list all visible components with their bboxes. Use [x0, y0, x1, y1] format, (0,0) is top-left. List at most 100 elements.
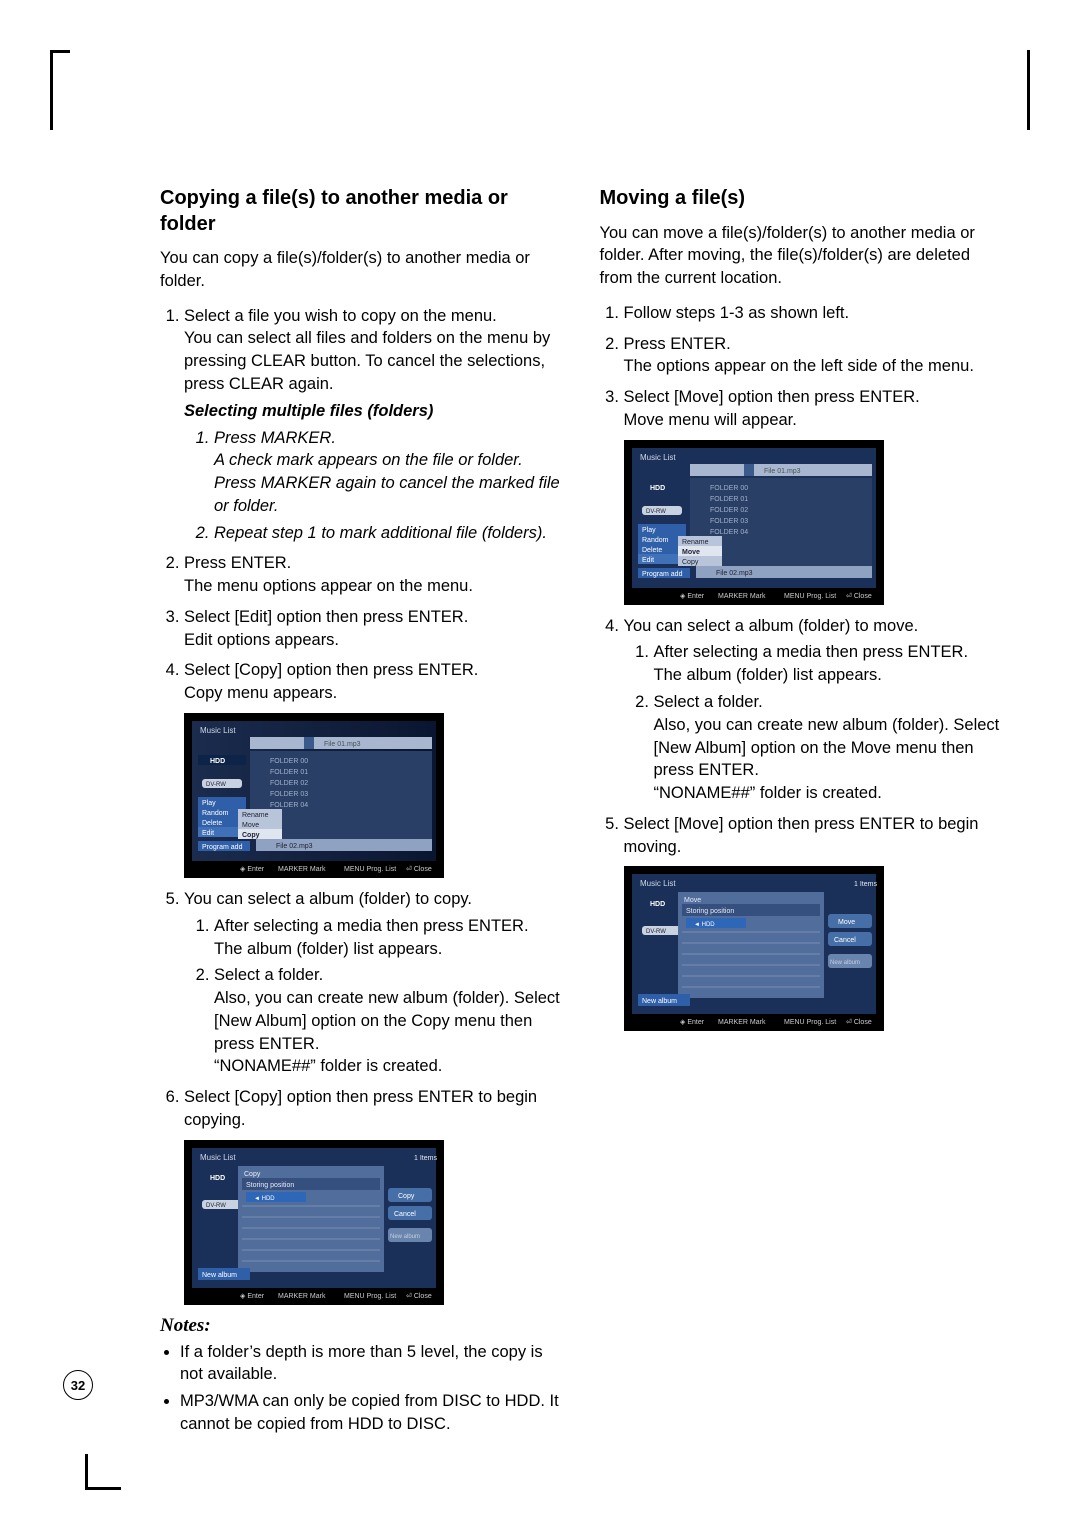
svg-text:New album: New album — [390, 1234, 420, 1240]
svg-text:Delete: Delete — [202, 820, 222, 827]
crop-mark — [85, 1454, 88, 1490]
svg-text:Storing position: Storing position — [246, 1182, 294, 1189]
svg-text:FOLDER 02: FOLDER 02 — [270, 780, 308, 787]
heading-moving: Moving a file(s) — [600, 186, 1006, 212]
step-text: Press ENTER. — [624, 335, 731, 353]
svg-text:Music List: Music List — [640, 879, 676, 888]
screenshot-move-dialog: Music List 1 Items HDD DV-RW Move Storin… — [624, 866, 1006, 1031]
screenshot-music-list-move-menu: Music List File 01.mp3 HDD DV-RW FOLDER … — [624, 440, 1006, 605]
step-text: Select [Edit] option then press ENTER. — [184, 608, 468, 626]
notes-list: If a folder’s depth is more than 5 level… — [160, 1341, 566, 1436]
svg-text:⏎ Close: ⏎ Close — [406, 1292, 432, 1300]
substep: Repeat step 1 to mark additional file (f… — [214, 522, 566, 545]
svg-text:FOLDER 01: FOLDER 01 — [710, 496, 748, 503]
svg-text:Copy: Copy — [244, 1171, 261, 1178]
substep: Select a folder. Also, you can create ne… — [654, 691, 1006, 805]
svg-text:Move: Move — [684, 897, 701, 904]
steps-copying-cont: You can select a album (folder) to copy.… — [160, 888, 566, 1132]
step-3: Select [Move] option then press ENTER. M… — [624, 386, 1006, 432]
right-column: Moving a file(s) You can move a file(s)/… — [600, 186, 1006, 1440]
notes-heading: Notes: — [160, 1315, 566, 1337]
svg-text:New album: New album — [642, 998, 677, 1005]
substeps-4: After selecting a media then press ENTER… — [624, 641, 1006, 804]
svg-text:◈ Enter: ◈ Enter — [240, 866, 265, 873]
substep-text: After selecting a media then press ENTER… — [654, 643, 969, 661]
svg-text:HDD: HDD — [210, 758, 225, 765]
substep: Press MARKER. A check mark appears on th… — [214, 427, 566, 518]
svg-text:Random: Random — [642, 537, 669, 544]
svg-text:Cancel: Cancel — [394, 1211, 416, 1218]
svg-text:◈ Enter: ◈ Enter — [680, 1019, 705, 1026]
substeps-5: After selecting a media then press ENTER… — [184, 915, 566, 1078]
svg-text:New album: New album — [830, 960, 860, 966]
svg-text:MENU Prog. List: MENU Prog. List — [344, 866, 396, 873]
svg-text:Rename: Rename — [242, 812, 269, 819]
svg-text:FOLDER 01: FOLDER 01 — [270, 769, 308, 776]
screenshot-svg: Music List 1 Items HDD DV-RW Copy Storin… — [184, 1140, 444, 1305]
svg-text:FOLDER 03: FOLDER 03 — [270, 791, 308, 798]
intro-copying: You can copy a file(s)/folder(s) to anot… — [160, 247, 566, 293]
substep-text: “NONAME##” folder is created. — [214, 1057, 442, 1075]
svg-text:File 02.mp3: File 02.mp3 — [276, 843, 313, 850]
svg-text:1 Items: 1 Items — [854, 881, 877, 888]
note-item: If a folder’s depth is more than 5 level… — [180, 1341, 566, 1387]
note-item: MP3/WMA can only be copied from DISC to … — [180, 1390, 566, 1436]
substep-text: Select a folder. — [654, 693, 763, 711]
substep-text: Press MARKER. — [214, 429, 336, 447]
step-4: Select [Copy] option then press ENTER. C… — [184, 659, 566, 705]
step-text: You can select all files and folders on … — [184, 329, 550, 393]
svg-text:Copy: Copy — [398, 1193, 415, 1200]
svg-text:Storing position: Storing position — [686, 908, 734, 915]
svg-text:Cancel: Cancel — [834, 937, 856, 944]
svg-text:FOLDER 04: FOLDER 04 — [270, 802, 308, 809]
svg-text:DV-RW: DV-RW — [646, 509, 666, 515]
svg-text:Random: Random — [202, 810, 229, 817]
svg-text:1 Items: 1 Items — [414, 1155, 437, 1162]
svg-text:Move: Move — [838, 919, 855, 926]
svg-text:Play: Play — [642, 527, 656, 534]
step-text: You can select a album (folder) to move. — [624, 617, 919, 635]
substep: After selecting a media then press ENTER… — [654, 641, 1006, 687]
svg-text:◄ HDD: ◄ HDD — [254, 1196, 275, 1202]
svg-text:DV-RW: DV-RW — [206, 1203, 226, 1209]
step-6: Select [Copy] option then press ENTER to… — [184, 1086, 566, 1132]
svg-text:◈ Enter: ◈ Enter — [680, 593, 705, 600]
svg-text:FOLDER 02: FOLDER 02 — [710, 507, 748, 514]
svg-text:⏎ Close: ⏎ Close — [846, 1018, 872, 1026]
svg-text:Copy: Copy — [242, 832, 260, 839]
svg-text:HDD: HDD — [650, 485, 665, 492]
screenshot-music-list-copy-menu: Music List File 01.mp3 HDD DV-RW FOLDER … — [184, 713, 566, 878]
content-columns: Copying a file(s) to another media or fo… — [160, 186, 1005, 1440]
svg-text:Program add: Program add — [642, 571, 683, 578]
step-1: Follow steps 1-3 as shown left. — [624, 302, 1006, 325]
steps-moving: Follow steps 1-3 as shown left. Press EN… — [600, 302, 1006, 432]
screenshot-svg: Music List File 01.mp3 HDD DV-RW FOLDER … — [624, 440, 884, 605]
step-2: Press ENTER. The options appear on the l… — [624, 333, 1006, 379]
substep-text: After selecting a media then press ENTER… — [214, 917, 529, 935]
step-text: Edit options appears. — [184, 631, 339, 649]
step-2: Press ENTER. The menu options appear on … — [184, 552, 566, 598]
svg-text:FOLDER 00: FOLDER 00 — [710, 485, 748, 492]
crop-mark — [50, 50, 53, 130]
step-3: Select [Edit] option then press ENTER. E… — [184, 606, 566, 652]
screenshot-svg: Music List File 01.mp3 HDD DV-RW FOLDER … — [184, 713, 444, 878]
svg-text:⏎ Close: ⏎ Close — [846, 592, 872, 600]
svg-text:Rename: Rename — [682, 539, 709, 546]
step-4: You can select a album (folder) to move.… — [624, 615, 1006, 805]
substep-text: Also, you can create new album (folder).… — [214, 989, 560, 1053]
crop-mark — [50, 50, 70, 53]
svg-text:Edit: Edit — [642, 557, 654, 564]
svg-text:New album: New album — [202, 1272, 237, 1279]
substep-text: The album (folder) list appears. — [214, 940, 442, 958]
substep: Select a folder. Also, you can create ne… — [214, 964, 566, 1078]
svg-text:Music List: Music List — [640, 453, 676, 462]
substep-text: A check mark appears on the file or fold… — [214, 451, 523, 469]
screenshot-svg: Music List 1 Items HDD DV-RW Move Storin… — [624, 866, 884, 1031]
substeps-selecting: Press MARKER. A check mark appears on th… — [184, 427, 566, 545]
substep-text: The album (folder) list appears. — [654, 666, 882, 684]
svg-text:Program add: Program add — [202, 844, 243, 851]
shot-title: Music List — [200, 726, 236, 735]
svg-text:FOLDER 03: FOLDER 03 — [710, 518, 748, 525]
svg-text:MARKER Mark: MARKER Mark — [718, 593, 766, 600]
substep-text: “NONAME##” folder is created. — [654, 784, 882, 802]
